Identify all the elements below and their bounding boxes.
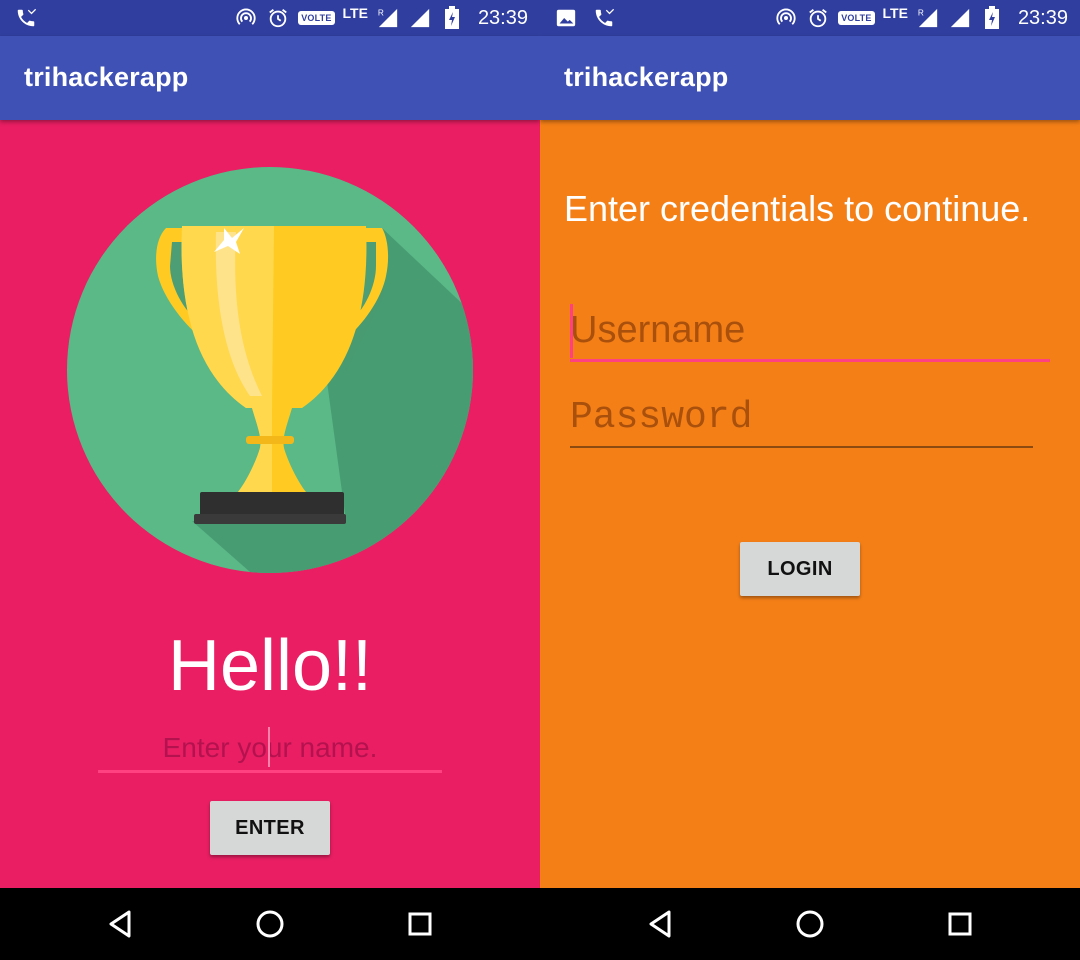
hotspot-icon <box>774 6 798 30</box>
app-bar: trihackerapp <box>540 36 1080 120</box>
app-bar: trihackerapp <box>0 36 540 120</box>
name-input[interactable] <box>98 725 442 773</box>
home-icon[interactable] <box>254 908 286 940</box>
signal-strength-icon <box>408 6 432 30</box>
clock: 23:39 <box>477 6 528 29</box>
battery-icon <box>440 6 464 30</box>
recents-icon[interactable] <box>944 908 976 940</box>
svg-text:R: R <box>918 8 924 17</box>
missed-call-icon <box>14 6 38 30</box>
missed-call-icon <box>592 6 616 30</box>
trophy-icon <box>66 166 474 574</box>
signal-strength-icon <box>948 6 972 30</box>
hotspot-icon <box>234 6 258 30</box>
navigation-bar <box>0 888 540 960</box>
login-button[interactable]: LOGIN <box>740 542 860 596</box>
home-icon[interactable] <box>794 908 826 940</box>
clock: 23:39 <box>1017 6 1068 29</box>
app-title: trihackerapp <box>564 62 729 92</box>
recents-icon[interactable] <box>404 908 436 940</box>
volte-badge: VOLTE <box>838 11 875 25</box>
navigation-bar <box>540 888 1080 960</box>
greeting-text: Hello!! <box>167 626 373 706</box>
welcome-content: Hello!! ENTER <box>0 120 540 888</box>
battery-icon <box>980 6 1004 30</box>
volte-badge: VOLTE <box>298 11 335 25</box>
login-screen: VOLTE LTE R 23:39 trihackerapp Enter cre… <box>540 0 1080 960</box>
signal-icon: R <box>916 6 940 30</box>
welcome-screen: VOLTE LTE R 23:39 trihackerapp Hello!! E… <box>0 0 540 960</box>
username-field[interactable] <box>570 302 1050 362</box>
app-title: trihackerapp <box>24 62 189 92</box>
status-bar: VOLTE LTE R 23:39 <box>540 0 1080 36</box>
signal-icon: R <box>376 6 400 30</box>
svg-text:R: R <box>378 8 384 17</box>
image-icon <box>554 6 578 30</box>
password-field[interactable] <box>570 388 1033 448</box>
text-cursor <box>570 304 573 358</box>
enter-button[interactable]: ENTER <box>210 801 330 855</box>
network-type-label: LTE <box>882 5 908 21</box>
alarm-icon <box>806 6 830 30</box>
text-cursor <box>268 727 270 767</box>
credentials-prompt: Enter credentials to continue. <box>564 188 1031 229</box>
login-content: Enter credentials to continue. LOGIN <box>540 120 1080 888</box>
back-icon[interactable] <box>104 908 136 940</box>
back-icon[interactable] <box>644 908 676 940</box>
network-type-label: LTE <box>342 5 368 21</box>
alarm-icon <box>266 6 290 30</box>
status-bar: VOLTE LTE R 23:39 <box>0 0 540 36</box>
